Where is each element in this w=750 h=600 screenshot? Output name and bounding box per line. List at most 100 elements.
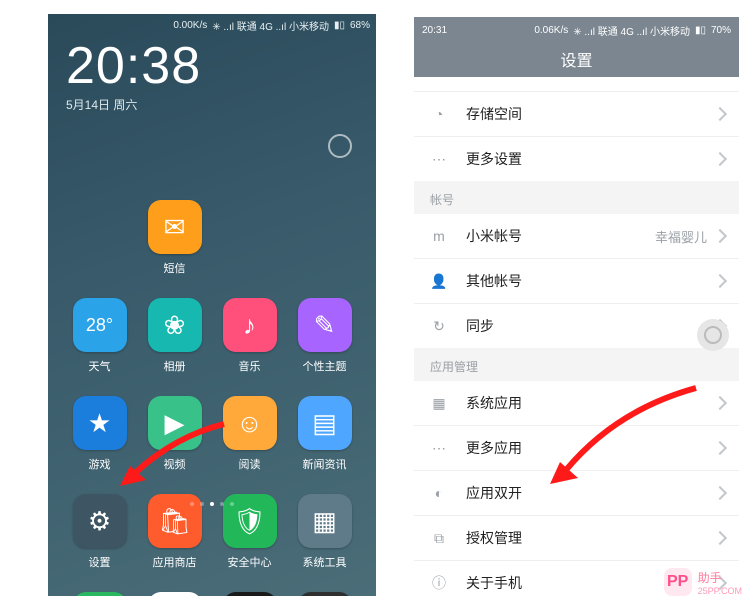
app-grid: ✉短信28°天气❀相册♪音乐✎个性主题★游戏▶视频☺阅读▤新闻资讯⚙设置🛍应用商… <box>48 200 376 596</box>
chevron-right-icon <box>713 486 727 500</box>
mi-account-icon: m <box>428 228 450 244</box>
row-label: 系统应用 <box>466 393 715 413</box>
settings-row-more-settings[interactable]: ⋯更多设置 <box>414 137 739 181</box>
more-apps-icon: ⋯ <box>428 440 450 457</box>
status-bar: 0.00K/s ✳ ..ıl 联通 4G ..ıl 小米移动 ▮▯ 68% <box>48 14 376 34</box>
chevron-right-icon <box>713 229 727 243</box>
app-label: 视频 <box>164 456 186 472</box>
chevron-right-icon <box>713 107 727 121</box>
floating-ball-icon[interactable] <box>697 319 729 351</box>
status-time: 20:31 <box>422 25 447 36</box>
sms-icon: ✉ <box>148 200 202 254</box>
row-label: 更多应用 <box>466 438 715 458</box>
news-icon: ▤ <box>298 396 352 450</box>
net-speed: 0.06K/s <box>534 25 568 36</box>
settings-row-sync[interactable]: ↻ 同步 <box>414 304 739 348</box>
status-bar: 20:31 0.06K/s ✳ ..ıl 联通 4G ..ıl 小米移动 ▮▯ … <box>414 17 739 41</box>
lockscreen-clock: 20:38 5月14日 周六 <box>48 34 376 113</box>
app-browser[interactable]: ◎浏览器 <box>141 592 209 596</box>
sync-icon: ↻ <box>428 318 450 335</box>
chevron-right-icon <box>713 274 727 288</box>
row-label: 其他帐号 <box>466 271 715 291</box>
app-label: 短信 <box>164 260 186 276</box>
themes-icon: ✎ <box>298 298 352 352</box>
sys-apps-icon: ▦ <box>428 395 450 412</box>
app-lock[interactable]: 🔒锁屏 <box>291 592 359 596</box>
about-icon: ⓘ <box>428 573 450 593</box>
settings-list: ◔存储空间⋯更多设置帐号m小米帐号幸福婴儿👤其他帐号↻同步应用管理▦系统应用⋯更… <box>414 92 739 597</box>
settings-row-dual-apps[interactable]: ◐ 应用双开 <box>414 471 739 516</box>
camera-icon: ◉ <box>223 592 277 596</box>
permissions-icon: ⧉ <box>428 530 450 547</box>
app-label: 新闻资讯 <box>303 456 347 472</box>
app-label: 个性主题 <box>303 358 347 374</box>
app-gallery[interactable]: ❀ 相册 <box>141 298 209 374</box>
row-value: 幸福婴儿 <box>655 227 707 246</box>
clock-time: 20:38 <box>66 40 358 92</box>
app-label: 系统工具 <box>303 554 347 570</box>
other-account-icon: 👤 <box>428 273 450 290</box>
app-read[interactable]: ☺ 阅读 <box>216 396 284 472</box>
settings-row-sys-apps[interactable]: ▦ 系统应用 <box>414 381 739 426</box>
sim-status: ✳ ..ıl 联通 4G ..ıl 小米移动 <box>212 18 329 33</box>
app-news[interactable]: ▤ 新闻资讯 <box>291 396 359 472</box>
app-label: 天气 <box>89 358 111 374</box>
settings-row-storage[interactable]: ◔ 存储空间 <box>414 92 739 137</box>
clock-date: 5月14日 周六 <box>66 96 358 113</box>
assistant-bubble-icon[interactable] <box>328 134 352 158</box>
chevron-right-icon <box>713 531 727 545</box>
app-weather[interactable]: 28° 天气 <box>66 298 134 374</box>
app-video[interactable]: ▶视频 <box>141 396 209 472</box>
settings-row-mi-account[interactable]: m 小米帐号幸福婴儿 <box>414 214 739 259</box>
app-label: 安全中心 <box>228 554 272 570</box>
app-music[interactable]: ♪ 音乐 <box>216 298 284 374</box>
battery-pct: 68% <box>350 20 370 31</box>
source-watermark: PP 助手 25PP.COM <box>664 568 742 596</box>
row-label: 同步 <box>466 316 715 336</box>
page-title: 设置 <box>414 41 739 77</box>
storage-icon: ◔ <box>428 106 450 122</box>
app-games[interactable]: ★ 游戏 <box>66 396 134 472</box>
homescreen-phone: 0.00K/s ✳ ..ıl 联通 4G ..ıl 小米移动 ▮▯ 68% 20… <box>48 14 376 596</box>
settings-phone: 20:31 0.06K/s ✳ ..ıl 联通 4G ..ıl 小米移动 ▮▯ … <box>414 17 739 597</box>
row-label: 存储空间 <box>466 104 715 124</box>
phone-icon: ✆ <box>73 592 127 596</box>
pp-logo-icon: PP <box>664 568 692 596</box>
chevron-right-icon <box>713 152 727 166</box>
music-icon: ♪ <box>223 298 277 352</box>
app-camera[interactable]: ◉相机 <box>216 592 284 596</box>
section-header: 帐号 <box>414 181 739 214</box>
chevron-right-icon <box>713 396 727 410</box>
app-sms[interactable]: ✉ 短信 <box>141 200 209 276</box>
app-label: 应用商店 <box>153 554 197 570</box>
read-icon: ☺ <box>223 396 277 450</box>
dual-apps-icon: ◐ <box>428 485 450 501</box>
app-themes[interactable]: ✎ 个性主题 <box>291 298 359 374</box>
app-phone[interactable]: ✆电话 <box>66 592 134 596</box>
app-label: 相册 <box>164 358 186 374</box>
settings-row-more-apps[interactable]: ⋯ 更多应用 <box>414 426 739 471</box>
row-label: 应用双开 <box>466 483 715 503</box>
page-indicator <box>48 502 376 506</box>
sim-status: ✳ ..ıl 联通 4G ..ıl 小米移动 <box>573 23 690 38</box>
app-label: 设置 <box>89 554 111 570</box>
row-label: 小米帐号 <box>466 226 655 246</box>
weather-icon: 28° <box>73 298 127 352</box>
browser-icon: ◎ <box>148 592 202 596</box>
gallery-icon: ❀ <box>148 298 202 352</box>
chevron-right-icon <box>713 441 727 455</box>
row-label: 更多设置 <box>466 149 715 169</box>
lock-icon: 🔒 <box>298 592 352 596</box>
battery-icon: ▮▯ <box>695 25 706 36</box>
app-label: 游戏 <box>89 456 111 472</box>
battery-pct: 70% <box>711 25 731 36</box>
settings-row-permissions[interactable]: ⧉ 授权管理 <box>414 516 739 561</box>
battery-icon: ▮▯ <box>334 20 345 31</box>
app-label: 阅读 <box>239 456 261 472</box>
net-speed: 0.00K/s <box>173 20 207 31</box>
games-icon: ★ <box>73 396 127 450</box>
section-header: 应用管理 <box>414 348 739 381</box>
settings-row-other-account[interactable]: 👤 其他帐号 <box>414 259 739 304</box>
row-label: 授权管理 <box>466 528 715 548</box>
app-label: 音乐 <box>239 358 261 374</box>
